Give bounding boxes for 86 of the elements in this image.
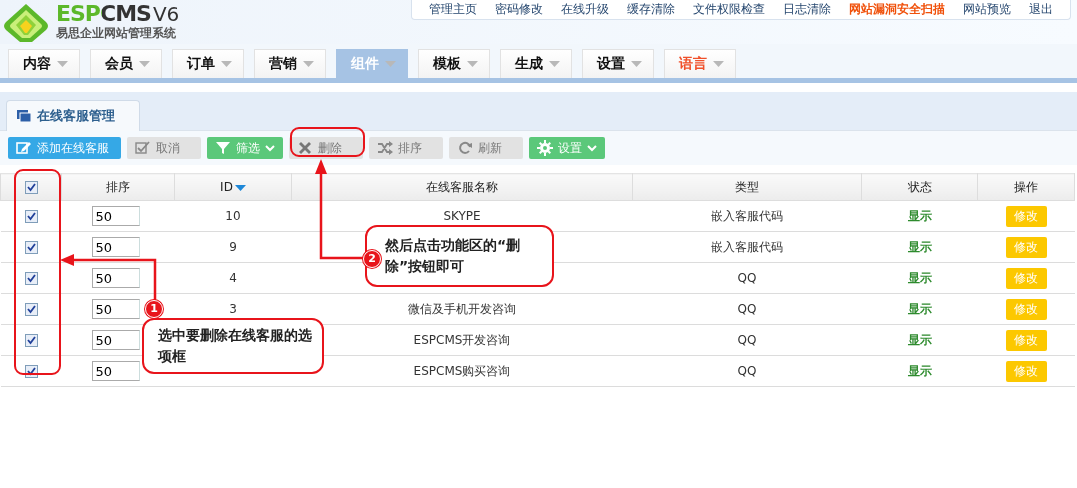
- toolbar-button[interactable]: 刷新: [449, 137, 523, 159]
- nav-tab[interactable]: 订单: [172, 49, 244, 78]
- top-link[interactable]: 文件权限检查: [684, 1, 774, 18]
- checkbox[interactable]: [24, 181, 38, 194]
- table-cell: ESPCMS开发咨询: [413, 332, 511, 347]
- table-cell: 微信及手机开发咨询: [408, 301, 516, 316]
- top-link[interactable]: 管理主页: [420, 1, 486, 18]
- table-cell: ESPCMS购买咨询: [413, 363, 511, 378]
- caret-icon: [303, 61, 314, 67]
- checkbox[interactable]: [24, 241, 38, 254]
- table-cell: QQ: [737, 302, 757, 316]
- checkbox-icon: [135, 140, 151, 156]
- top-link[interactable]: 缓存清除: [618, 1, 684, 18]
- status-text: 显示: [907, 332, 932, 347]
- table-cell: 10: [225, 209, 241, 223]
- checkbox[interactable]: [24, 334, 38, 347]
- nav-tab[interactable]: 模板: [418, 49, 490, 78]
- order-input[interactable]: 50: [91, 206, 140, 226]
- nav-tab[interactable]: 设置: [582, 49, 654, 78]
- top-link[interactable]: 退出: [1020, 1, 1062, 18]
- order-input[interactable]: 50: [91, 330, 140, 350]
- nav-tab[interactable]: 会员: [90, 49, 162, 78]
- toolbar-button[interactable]: 排序: [369, 137, 443, 159]
- table-cell: 嵌入客服代码: [711, 239, 783, 254]
- page-tab[interactable]: 在线客服管理: [6, 100, 140, 131]
- number-badge: 1: [145, 300, 163, 318]
- refresh-icon: [457, 140, 473, 156]
- caret-icon: [139, 61, 150, 67]
- settings-icon: [537, 140, 553, 156]
- caret-icon: [57, 61, 68, 67]
- checkbox[interactable]: [24, 303, 38, 316]
- caret-icon: [549, 61, 560, 67]
- nav-tab[interactable]: 营销: [254, 49, 326, 78]
- toolbar-button[interactable]: 删除: [289, 137, 363, 159]
- caret-icon: [385, 61, 396, 67]
- window-icon: [17, 110, 31, 122]
- top-link[interactable]: 在线升级: [552, 1, 618, 18]
- column-header[interactable]: ID: [174, 173, 292, 201]
- version-label: V6: [152, 2, 180, 26]
- table-cell: QQ: [737, 333, 757, 347]
- caret-icon: [713, 61, 724, 67]
- nav-tab[interactable]: 内容: [8, 49, 80, 78]
- top-link[interactable]: 日志清除: [774, 1, 840, 18]
- order-input[interactable]: 50: [91, 299, 140, 319]
- column-header[interactable]: 类型: [632, 173, 862, 201]
- checkbox[interactable]: [24, 210, 38, 223]
- chevron-icon: [265, 144, 275, 152]
- table-cell: 9: [229, 240, 237, 254]
- sort-arrow-icon: [234, 184, 246, 191]
- status-text: 显示: [907, 270, 932, 285]
- callout-text: 然后点击功能区的“删除”按钮即可: [385, 236, 522, 276]
- top-link[interactable]: 网站漏洞安全扫描: [840, 1, 954, 18]
- caret-icon: [221, 61, 232, 67]
- nav-tab[interactable]: 生成: [500, 49, 572, 78]
- callout-text: 选中要删除在线客服的选项框: [158, 326, 312, 366]
- caret-icon: [631, 61, 642, 67]
- table-cell: 嵌入客服代码: [711, 208, 783, 223]
- order-input[interactable]: 50: [91, 237, 140, 257]
- status-text: 显示: [907, 363, 932, 378]
- table-cell: SKYPE: [443, 209, 481, 223]
- column-header[interactable]: 操作: [977, 173, 1075, 201]
- caret-icon: [467, 61, 478, 67]
- order-input[interactable]: 50: [91, 268, 140, 288]
- table-cell: QQ: [737, 271, 757, 285]
- status-text: 显示: [907, 301, 932, 316]
- close-icon: [297, 140, 313, 156]
- status-text: 显示: [907, 208, 932, 223]
- number-badge: 2: [363, 250, 381, 268]
- table-cell: QQ: [737, 364, 757, 378]
- column-header[interactable]: 在线客服名称: [291, 173, 633, 201]
- product-subtitle: 易思企业网站管理系统: [56, 26, 177, 40]
- checkbox[interactable]: [24, 272, 38, 285]
- top-link[interactable]: 网站预览: [954, 1, 1020, 18]
- filter-icon: [215, 140, 231, 156]
- chevron-icon: [587, 144, 597, 152]
- top-link[interactable]: 密码修改: [486, 1, 552, 18]
- table-cell: 3: [229, 302, 237, 316]
- column-header[interactable]: 排序: [61, 173, 175, 201]
- toolbar-button[interactable]: 取消: [127, 137, 201, 159]
- status-text: 显示: [907, 239, 932, 254]
- column-header[interactable]: 状态: [861, 173, 978, 201]
- table-cell: 4: [229, 271, 237, 285]
- shuffle-icon: [377, 140, 393, 156]
- edit-icon: [16, 140, 32, 156]
- logo-icon: [2, 2, 50, 44]
- order-input[interactable]: 50: [91, 361, 140, 381]
